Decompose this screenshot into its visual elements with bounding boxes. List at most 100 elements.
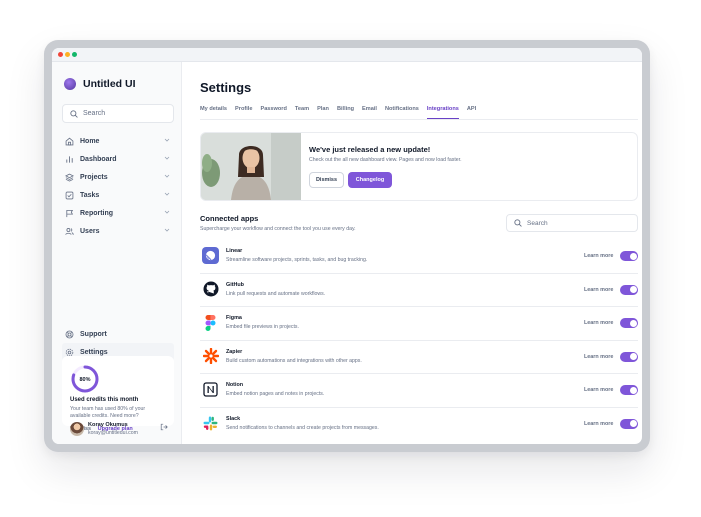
tab-plan[interactable]: Plan — [317, 106, 329, 119]
learn-more-link[interactable]: Learn more — [584, 287, 613, 293]
sidebar-item-label: Projects — [80, 173, 108, 181]
changelog-button[interactable]: Changelog — [348, 172, 392, 188]
dismiss-button[interactable]: Dismiss — [309, 172, 344, 188]
tab-team[interactable]: Team — [295, 106, 309, 119]
sidebar-item-dashboard[interactable]: Dashboard — [62, 150, 174, 168]
check-square-icon — [65, 191, 74, 199]
layers-icon — [65, 173, 74, 182]
apps-search-placeholder: Search — [527, 219, 548, 227]
app-description: Embed notion pages and notes in projects… — [226, 391, 325, 397]
chevron-down-icon — [164, 156, 170, 160]
tab-integrations[interactable]: Integrations — [426, 106, 459, 119]
tab-my-details[interactable]: My details — [200, 106, 227, 119]
notion-logo-icon — [202, 381, 219, 398]
sidebar-item-users[interactable]: Users — [62, 222, 174, 240]
main-content: Settings My details Profile Password Tea… — [182, 62, 642, 444]
app-toggle[interactable] — [620, 385, 638, 395]
sidebar: Untitled UI Search Home Dashboard Projec… — [52, 62, 182, 444]
connected-apps-description: Supercharge your workflow and connect th… — [200, 226, 356, 232]
tab-api[interactable]: API — [467, 106, 476, 119]
learn-more-link[interactable]: Learn more — [584, 354, 613, 360]
app-toggle[interactable] — [620, 351, 638, 362]
app-name: Linear — [226, 248, 243, 254]
app-name: Zapier — [226, 348, 243, 355]
tab-profile[interactable]: Profile — [235, 106, 252, 119]
sidebar-item-home[interactable]: Home — [62, 132, 174, 150]
toggle-knob — [629, 252, 637, 260]
home-icon — [65, 137, 74, 145]
sidebar-item-tasks[interactable]: Tasks — [62, 186, 174, 204]
tab-password[interactable]: Password — [260, 106, 286, 119]
app-name: Untitled UI — [83, 78, 136, 90]
chevron-down-icon — [164, 174, 170, 178]
settings-tabs: My details Profile Password Team Plan Bi… — [200, 106, 476, 119]
apps-search-input[interactable]: Search — [506, 214, 638, 232]
list-item: Slack Send notifications to channels and… — [200, 408, 638, 442]
sidebar-item-label: Tasks — [80, 191, 100, 199]
search-icon — [514, 219, 522, 227]
flag-icon — [66, 209, 74, 217]
toggle-knob — [629, 353, 637, 360]
credits-progress-ring: 80% — [71, 365, 99, 393]
tab-billing[interactable]: Billing — [337, 106, 354, 119]
credits-description: Your team has used 80% of your available… — [70, 406, 146, 419]
logo[interactable]: Untitled UI — [64, 78, 136, 90]
toggle-knob — [629, 386, 637, 394]
chevron-down-icon — [164, 228, 170, 232]
sidebar-item-support[interactable]: Support — [62, 325, 174, 343]
app-description: Embed file previews in projects. — [226, 324, 299, 330]
linear-logo-icon — [202, 247, 219, 264]
learn-more-link[interactable]: Learn more — [584, 387, 613, 393]
zapier-logo-icon — [202, 348, 219, 365]
app-description: Build custom automations and integration… — [226, 357, 362, 364]
list-item: Figma Embed file previews in projects. L… — [200, 307, 638, 341]
minimize-window-dot[interactable] — [65, 52, 70, 57]
app-description: Send notifications to channels and creat… — [226, 424, 379, 431]
maximize-window-dot[interactable] — [72, 52, 77, 57]
figma-logo-icon — [202, 314, 219, 331]
slack-logo-icon — [202, 415, 219, 432]
toggle-knob — [629, 420, 637, 427]
tab-notifications[interactable]: Notifications — [385, 106, 419, 119]
users-icon — [65, 227, 74, 235]
list-item: Linear Streamline software projects, spr… — [200, 240, 638, 274]
banner-description: Check out the all new dashboard view. Pa… — [309, 157, 462, 163]
device-frame: Untitled UI Search Home Dashboard Projec… — [44, 40, 650, 452]
credits-card: 80% Used credits this month Your team ha… — [62, 356, 174, 432]
app-toggle[interactable] — [620, 251, 638, 261]
sidebar-search-input[interactable]: Search — [62, 104, 174, 123]
app-toggle[interactable] — [620, 284, 638, 295]
learn-more-link[interactable]: Learn more — [584, 421, 613, 427]
app-name: Slack — [226, 415, 241, 422]
learn-more-link[interactable]: Learn more — [584, 320, 613, 326]
tabs-divider — [200, 119, 638, 120]
sidebar-item-label: Dashboard — [80, 155, 117, 163]
sidebar-item-label: Users — [80, 227, 100, 235]
app-name: Notion — [226, 382, 244, 388]
app-toggle[interactable] — [620, 318, 638, 328]
credits-title: Used credits this month — [70, 397, 139, 403]
learn-more-link[interactable]: Learn more — [584, 253, 613, 259]
tab-email[interactable]: Email — [362, 106, 377, 119]
chevron-down-icon — [164, 138, 170, 142]
app-description: Link pull requests and automate workflow… — [226, 290, 326, 297]
sidebar-search-placeholder: Search — [83, 110, 106, 117]
app-toggle[interactable] — [620, 418, 638, 429]
connected-apps-title: Connected apps — [200, 214, 259, 223]
app-name: Figma — [226, 315, 242, 321]
avatar — [70, 422, 84, 436]
window-titlebar — [52, 48, 642, 62]
close-window-dot[interactable] — [58, 52, 63, 57]
search-icon — [70, 109, 78, 118]
user-profile[interactable]: Koray Okumus koray@untitledui.com — [62, 420, 174, 440]
app-window: Untitled UI Search Home Dashboard Projec… — [52, 48, 642, 444]
banner-photo — [201, 133, 301, 200]
sidebar-item-reporting[interactable]: Reporting — [62, 204, 174, 222]
update-banner: We've just released a new update! Check … — [200, 132, 638, 201]
sidebar-item-projects[interactable]: Projects — [62, 168, 174, 186]
logo-mark-icon — [64, 78, 76, 90]
logout-icon[interactable] — [160, 423, 168, 431]
sidebar-item-label: Support — [80, 330, 107, 338]
list-item: GitHub Link pull requests and automate w… — [200, 274, 638, 307]
github-logo-icon — [202, 281, 219, 298]
